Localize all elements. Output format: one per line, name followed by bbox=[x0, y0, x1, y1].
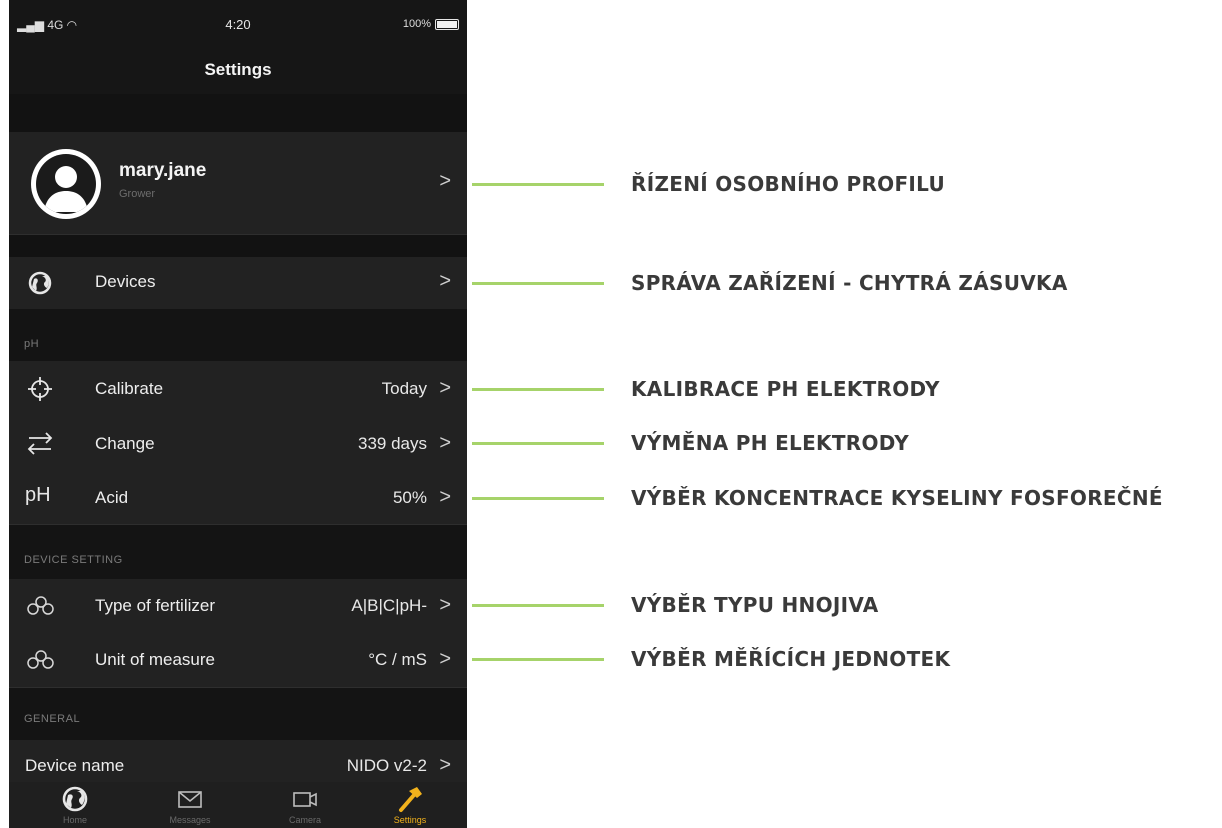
swap-arrows-icon bbox=[27, 432, 53, 455]
unit-of-measure-row[interactable]: Unit of measure °C / mS > bbox=[9, 633, 467, 688]
annotation-connector bbox=[472, 388, 604, 391]
tab-messages-label: Messages bbox=[169, 815, 211, 825]
user-silhouette-icon bbox=[44, 166, 88, 212]
molecule-icon bbox=[27, 650, 54, 669]
annotation-connector bbox=[472, 604, 604, 607]
fertilizer-type-row[interactable]: Type of fertilizer A|B|C|pH- > bbox=[9, 579, 467, 634]
annotation-acid: VÝBĚR KONCENTRACE KYSELINY FOSFOREČNÉ bbox=[631, 486, 1163, 510]
change-value: 339 days bbox=[358, 434, 427, 453]
fertilizer-type-label: Type of fertilizer bbox=[95, 596, 215, 615]
status-bar: ▂▄▆ 4G ◠ 4:20 100% bbox=[9, 0, 467, 52]
globe-icon bbox=[28, 271, 52, 295]
tab-settings-label: Settings bbox=[393, 815, 427, 825]
annotation-calibrate: KALIBRACE PH ELEKTRODY bbox=[631, 377, 940, 401]
annotation-connector bbox=[472, 658, 604, 661]
annotation-connector bbox=[472, 282, 604, 285]
acid-label: Acid bbox=[95, 488, 129, 507]
tab-camera[interactable]: Camera bbox=[255, 782, 355, 828]
battery-icon bbox=[435, 18, 459, 30]
chevron-right-icon: > bbox=[439, 170, 451, 192]
video-camera-icon bbox=[293, 792, 317, 807]
tab-home-label: Home bbox=[62, 815, 87, 825]
chevron-right-icon: > bbox=[439, 486, 451, 508]
acid-row[interactable]: pH Acid 50% > bbox=[9, 470, 467, 525]
crosshair-icon bbox=[28, 377, 52, 401]
chevron-right-icon: > bbox=[439, 754, 451, 776]
annotation-change: VÝMĚNA PH ELEKTRODY bbox=[631, 431, 910, 455]
section-header-ph: pH bbox=[9, 309, 467, 361]
unit-of-measure-label: Unit of measure bbox=[95, 650, 215, 669]
devices-row[interactable]: Devices > bbox=[9, 257, 467, 310]
ph-icon: pH bbox=[25, 484, 51, 506]
change-label: Change bbox=[95, 434, 155, 453]
change-row[interactable]: Change 339 days > bbox=[9, 416, 467, 471]
avatar bbox=[31, 149, 101, 219]
calibrate-label: Calibrate bbox=[95, 379, 164, 398]
annotation-connector bbox=[472, 183, 604, 186]
envelope-icon bbox=[178, 791, 202, 808]
annotation-fertilizer: VÝBĚR TYPU HNOJIVA bbox=[631, 593, 879, 617]
phone-screen: ▂▄▆ 4G ◠ 4:20 100% Settings mary.jane Gr… bbox=[9, 0, 467, 828]
calibrate-value: Today bbox=[381, 379, 427, 398]
globe-icon bbox=[62, 786, 88, 812]
acid-value: 50% bbox=[392, 488, 427, 507]
fertilizer-type-value: A|B|C|pH- bbox=[351, 596, 427, 615]
device-name-label: Device name bbox=[25, 756, 125, 775]
battery-percent: 100% bbox=[402, 18, 431, 30]
tab-home[interactable]: Home bbox=[25, 782, 125, 828]
molecule-icon bbox=[27, 596, 54, 615]
status-time: 4:20 bbox=[225, 17, 251, 32]
device-name-value: NIDO v2-2 bbox=[346, 756, 427, 775]
tab-bar: Home Messages Camera Settings bbox=[9, 782, 467, 828]
profile-row[interactable]: mary.jane Grower > bbox=[9, 132, 467, 235]
tab-messages[interactable]: Messages bbox=[140, 782, 240, 828]
annotation-profile: ŘÍZENÍ OSOBNÍHO PROFILU bbox=[631, 172, 946, 196]
battery-indicator: 100% bbox=[403, 18, 459, 30]
tab-settings[interactable]: Settings bbox=[360, 782, 460, 828]
chevron-right-icon: > bbox=[439, 377, 451, 399]
chevron-right-icon: > bbox=[439, 270, 451, 292]
chevron-right-icon: > bbox=[439, 648, 451, 670]
annotation-devices: SPRÁVA ZAŘÍZENÍ - CHYTRÁ ZÁSUVKA bbox=[631, 271, 1068, 295]
calibrate-row[interactable]: Calibrate Today > bbox=[9, 361, 467, 417]
profile-username: mary.jane bbox=[119, 160, 207, 181]
annotation-connector bbox=[472, 442, 604, 445]
profile-role: Grower bbox=[119, 188, 156, 200]
unit-of-measure-value: °C / mS bbox=[368, 650, 427, 669]
annotation-connector bbox=[472, 497, 604, 500]
section-header-general: GENERAL bbox=[9, 688, 467, 740]
chevron-right-icon: > bbox=[439, 432, 451, 454]
devices-label: Devices bbox=[95, 272, 156, 291]
page-title: Settings bbox=[9, 52, 467, 94]
chevron-right-icon: > bbox=[439, 594, 451, 616]
hammer-icon bbox=[399, 787, 422, 812]
section-header-device-setting: DEVICE SETTING bbox=[9, 525, 467, 579]
tab-camera-label: Camera bbox=[288, 815, 321, 825]
annotation-unit: VÝBĚR MĚŘÍCÍCH JEDNOTEK bbox=[631, 647, 951, 671]
